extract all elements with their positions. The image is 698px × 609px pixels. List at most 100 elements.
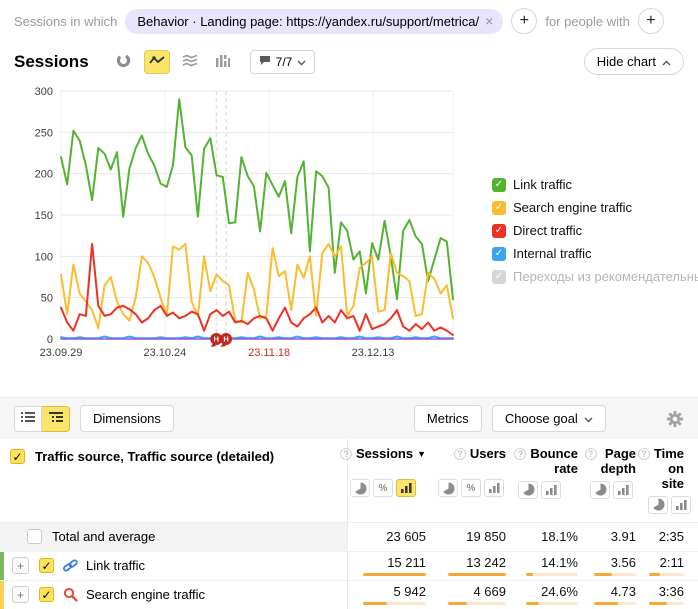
percent-toggle-button[interactable]: % xyxy=(461,479,481,497)
metric-value: 24.6% xyxy=(541,584,578,599)
metric-column-time-on-site: ?Time on site xyxy=(646,439,694,522)
metric-share-fill xyxy=(526,573,533,576)
row-checkbox[interactable]: ✓ xyxy=(39,558,54,573)
metric-share-bar xyxy=(594,602,636,605)
expand-row-button[interactable]: + xyxy=(12,586,29,603)
row-checkbox[interactable]: ✓ xyxy=(27,529,42,544)
metric-value-cell: 24.6% xyxy=(516,581,588,609)
bars-toggle-button[interactable] xyxy=(671,496,691,514)
dimensions-button[interactable]: Dimensions xyxy=(80,405,174,432)
bars-toggle-button[interactable] xyxy=(396,479,416,497)
metric-value: 13 242 xyxy=(466,555,506,570)
help-icon[interactable]: ? xyxy=(638,448,650,460)
filter-chip[interactable]: Behavior · Landing page: https://yandex.… xyxy=(125,9,503,34)
link-icon xyxy=(63,558,78,573)
metric-columns-header: ?Sessions▼%?Users%?Bounce rate?Page dept… xyxy=(347,439,698,522)
pie-toggle-button[interactable] xyxy=(350,479,370,497)
yandex-metrica-report: Sessions in which Behavior · Landing pag… xyxy=(0,0,698,609)
help-icon[interactable]: ? xyxy=(454,448,466,460)
metric-cells: 15 21113 24214.1%3.562:11 xyxy=(347,552,698,580)
row-label[interactable]: Link traffic xyxy=(86,558,145,573)
legend-item-direct-traffic[interactable]: ✓Direct traffic xyxy=(492,223,698,238)
select-all-checkbox[interactable]: ✓ xyxy=(10,449,25,464)
row-label[interactable]: Search engine traffic xyxy=(86,587,205,602)
series-line-direct-traffic xyxy=(61,244,453,335)
chart-type-stacked-button[interactable] xyxy=(177,50,203,74)
chevron-down-icon xyxy=(297,55,306,69)
metric-value: 4.73 xyxy=(611,584,636,599)
metric-value-cell: 2:11 xyxy=(646,552,694,580)
metric-display-toggles xyxy=(646,492,694,522)
chevron-up-icon xyxy=(662,54,671,69)
filter-prefix-label: Sessions in which xyxy=(14,14,117,29)
filter-suffix-label: for people with xyxy=(545,14,630,29)
help-icon[interactable]: ? xyxy=(340,448,352,460)
row-checkbox[interactable]: ✓ xyxy=(39,587,54,602)
metric-column-header[interactable]: ?Page depth xyxy=(588,439,646,477)
percent-toggle-button[interactable]: % xyxy=(373,479,393,497)
legend-checkbox[interactable]: ✓ xyxy=(492,224,506,238)
choose-goal-button[interactable]: Choose goal xyxy=(492,405,606,432)
pie-toggle-button[interactable] xyxy=(648,496,668,514)
legend-checkbox[interactable]: ✓ xyxy=(492,270,506,284)
legend-item-search-engine-traffic[interactable]: ✓ Search engine traffic xyxy=(492,200,698,215)
expand-row-button[interactable]: + xyxy=(12,557,29,574)
chart-type-line-button[interactable] xyxy=(144,50,170,74)
metric-value: 18.1% xyxy=(541,529,578,544)
metric-value-cell: 3:36 xyxy=(646,581,694,609)
metric-column-header[interactable]: ?Bounce rate xyxy=(516,439,588,477)
pie-toggle-button[interactable] xyxy=(590,481,610,499)
bars-toggle-button[interactable] xyxy=(541,481,561,499)
legend-item-link-traffic[interactable]: ✓Link traffic xyxy=(492,177,698,192)
add-people-condition-button[interactable]: + xyxy=(638,8,664,34)
annotation-marker[interactable]: H xyxy=(220,333,232,347)
metric-value-cell: 5 942 xyxy=(348,581,436,609)
metric-share-fill xyxy=(363,573,426,576)
hide-chart-button[interactable]: Hide chart xyxy=(584,48,684,75)
legend-checkbox[interactable]: ✓ xyxy=(492,201,506,215)
search-icon xyxy=(63,587,78,602)
table-body: ✓Total and average23 60519 85018.1%3.912… xyxy=(0,523,698,609)
help-icon[interactable]: ? xyxy=(585,448,597,460)
legend-label: Переходы из рекомендательных систем xyxy=(513,269,698,284)
row-color-stripe xyxy=(0,581,4,609)
legend-item-[interactable]: ✓ Переходы из рекомендательных систем xyxy=(492,269,698,284)
pie-toggle-button[interactable] xyxy=(438,479,458,497)
svg-text:250: 250 xyxy=(35,127,53,139)
chart-type-pie-button[interactable] xyxy=(111,50,137,74)
pie-toggle-button[interactable] xyxy=(518,481,538,499)
tree-view-icon xyxy=(49,411,63,426)
metric-value: 15 211 xyxy=(387,555,426,570)
settings-gear-icon[interactable] xyxy=(666,410,684,428)
metric-value: 14.1% xyxy=(541,555,578,570)
chart-type-switcher xyxy=(111,50,236,74)
legend-item-internal-traffic[interactable]: ✓Internal traffic xyxy=(492,246,698,261)
add-session-condition-button[interactable]: + xyxy=(511,8,537,34)
column-chart-icon xyxy=(215,54,230,70)
stacked-area-icon xyxy=(182,54,198,70)
annotations-count: 7/7 xyxy=(276,55,293,69)
row-color-stripe xyxy=(0,552,4,580)
legend-checkbox[interactable]: ✓ xyxy=(492,247,506,261)
metric-share-fill xyxy=(448,573,506,576)
metric-column-header[interactable]: ?Users xyxy=(436,439,516,475)
metric-column-header[interactable]: ?Sessions▼ xyxy=(348,439,436,475)
bars-toggle-button[interactable] xyxy=(484,479,504,497)
bars-toggle-button[interactable] xyxy=(613,481,633,499)
metric-share-fill xyxy=(594,573,612,576)
chart-legend: ✓Link traffic✓Search engine traffic✓Dire… xyxy=(492,177,698,292)
legend-checkbox[interactable]: ✓ xyxy=(492,178,506,192)
help-icon[interactable]: ? xyxy=(514,448,526,460)
metric-column-sessions: ?Sessions▼% xyxy=(348,439,436,522)
row-label: Total and average xyxy=(52,529,155,544)
legend-label: Search engine traffic xyxy=(513,200,632,215)
metric-column-header[interactable]: ?Time on site xyxy=(646,439,694,492)
sort-desc-icon: ▼ xyxy=(417,449,426,459)
view-list-button[interactable] xyxy=(14,406,42,432)
remove-filter-icon[interactable]: × xyxy=(485,14,493,28)
view-tree-button[interactable] xyxy=(42,406,70,432)
table-row-search-engine-traffic: +✓Search engine traffic5 9424 66924.6%4.… xyxy=(0,581,698,609)
annotations-dropdown[interactable]: 7/7 xyxy=(250,50,316,74)
chart-type-columns-button[interactable] xyxy=(210,50,236,74)
metrics-button[interactable]: Metrics xyxy=(414,405,482,432)
